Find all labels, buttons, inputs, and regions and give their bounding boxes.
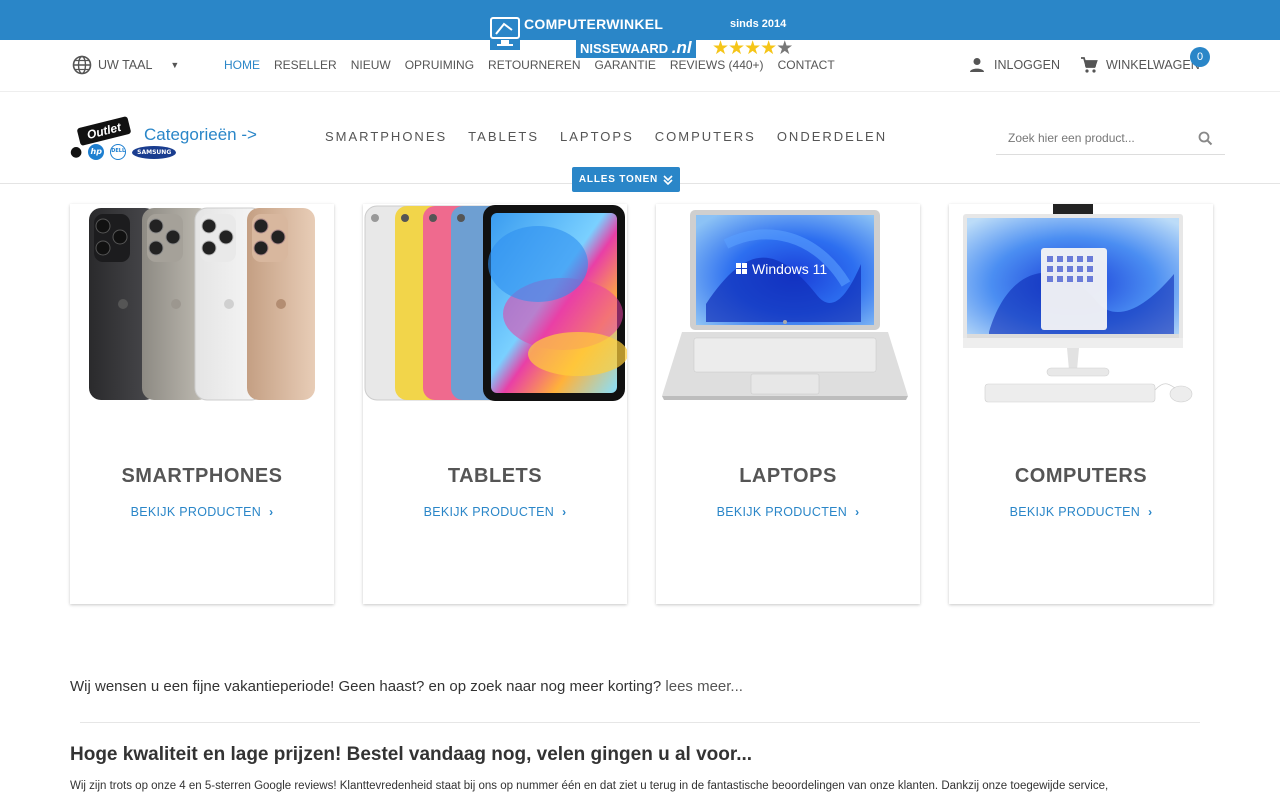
account-links: INLOGGEN WINKELWAGEN [968,56,1200,74]
view-products-link[interactable]: BEKIJK PRODUCTEN › [363,505,627,519]
divider [80,722,1200,723]
caret-down-icon: ▼ [170,60,180,70]
intro-paragraph: Wij zijn trots op onze 4 en 5-sterren Go… [70,780,1109,792]
hp-logo-icon: hp [88,144,105,160]
computers-image [963,204,1193,403]
categories-link[interactable]: Categorieën -> [144,125,257,145]
category-smartphones[interactable]: SMARTPHONES [325,129,447,144]
search-icon[interactable] [1198,131,1213,146]
smartphones-image [89,207,315,401]
category-laptops[interactable]: LAPTOPS [560,129,634,144]
language-selector[interactable]: UW TAAL ▼ [72,55,179,75]
language-label: UW TAAL [98,58,153,72]
top-navigation: UW TAAL ▼ HOME RESELLER NIEUW OPRUIMING … [0,40,1280,92]
category-onderdelen[interactable]: ONDERDELEN [777,129,887,144]
category-computers[interactable]: COMPUTERS [655,129,756,144]
login-link[interactable]: INLOGGEN [994,58,1060,72]
tablets-image [364,205,627,401]
nav-contact[interactable]: CONTACT [778,58,835,72]
chevron-right-icon: › [269,505,274,519]
outlet-stamp: Outlet [76,115,132,147]
samsung-logo-icon: SAMSUNG [132,145,177,159]
dell-logo-icon: DELL [110,144,127,160]
nav-retourneren[interactable]: RETOURNEREN [488,58,580,72]
category-tablets[interactable]: TABLETS [468,129,539,144]
nav-home[interactable]: HOME [224,58,260,72]
show-all-label: ALLES TONEN [578,174,659,185]
category-cards: SMARTPHONES BEKIJK PRODUCTEN › TABLETS BE… [70,204,1213,604]
view-products-link[interactable]: BEKIJK PRODUCTEN › [656,505,920,519]
chevron-right-icon: › [855,505,860,519]
section-headline: Hoge kwaliteit en lage prijzen! Bestel v… [70,744,753,765]
windows-11-label: Windows 11 [752,261,827,277]
category-card-tablets[interactable]: TABLETS BEKIJK PRODUCTEN › [363,204,627,604]
apple-logo-icon: ● [70,144,83,160]
double-chevron-down-icon [663,174,673,185]
card-title: SMARTPHONES [121,465,283,487]
vacation-message: Wij wensen u een fijne vakantieperiode! … [70,678,743,695]
category-card-computers[interactable]: COMPUTERS BEKIJK PRODUCTEN › [949,204,1213,604]
chevron-right-icon: › [1148,505,1153,519]
nav-reseller[interactable]: RESELLER [274,58,337,72]
read-more-link[interactable]: lees meer... [665,678,743,695]
nav-reviews[interactable]: REVIEWS (440+) [670,58,764,72]
cart-link[interactable]: WINKELWAGEN [1106,58,1200,72]
vacation-text: Wij wensen u een fijne vakantieperiode! … [70,678,662,695]
view-products-link[interactable]: BEKIJK PRODUCTEN › [949,505,1213,519]
logo-title: COMPUTERWINKEL [524,16,664,32]
search-box [996,122,1225,155]
search-input[interactable] [1008,131,1178,145]
chevron-right-icon: › [562,505,567,519]
nav-garantie[interactable]: GARANTIE [595,58,656,72]
card-title: TABLETS [447,465,543,487]
main-menu: HOME RESELLER NIEUW OPRUIMING RETOURNERE… [224,58,835,72]
view-products-link[interactable]: BEKIJK PRODUCTEN › [70,505,334,519]
globe-icon [72,55,92,75]
card-title: COMPUTERS [1014,465,1148,487]
card-title: LAPTOPS [739,465,837,487]
cart-count-badge: 0 [1190,47,1210,67]
show-all-button[interactable]: ALLES TONEN [572,167,680,192]
laptops-image: Windows 11 [662,210,908,400]
nav-nieuw[interactable]: NIEUW [351,58,391,72]
category-menu: SMARTPHONES TABLETS LAPTOPS COMPUTERS ON… [325,129,887,144]
category-card-smartphones[interactable]: SMARTPHONES BEKIJK PRODUCTEN › [70,204,334,604]
category-card-laptops[interactable]: Windows 11 LAPTOPS BEKIJK PRODUCTEN › [656,204,920,604]
nav-opruiming[interactable]: OPRUIMING [405,58,474,72]
since-label: sinds 2014 [730,18,787,30]
user-icon [970,58,984,72]
brand-logos: ● hp DELL SAMSUNG [70,144,177,160]
cart-icon [1081,57,1098,73]
